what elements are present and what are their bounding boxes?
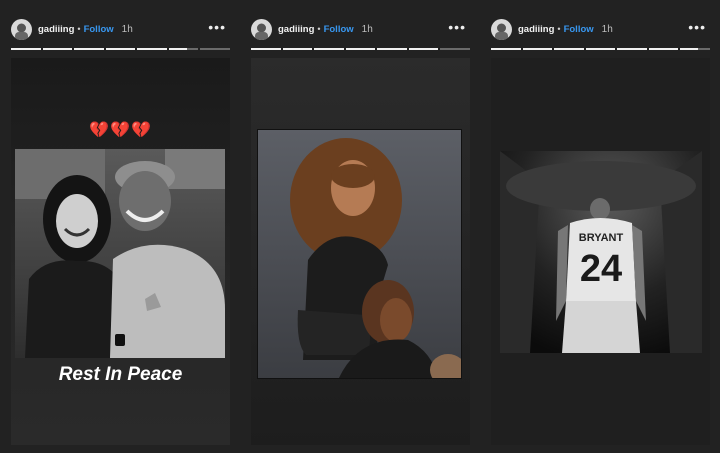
more-horizontal-icon[interactable]: ••• bbox=[208, 20, 226, 34]
progress-segment bbox=[522, 48, 553, 50]
progress-segment bbox=[200, 48, 231, 50]
progress-segment bbox=[377, 48, 407, 50]
progress-segment bbox=[105, 48, 136, 50]
more-horizontal-icon[interactable]: ••• bbox=[448, 20, 466, 34]
progress-segment bbox=[648, 48, 679, 50]
story-content[interactable]: BRYANT 24 bbox=[491, 58, 710, 445]
timestamp: 1h bbox=[361, 23, 373, 35]
story-progress-bar bbox=[491, 48, 711, 50]
story-header: gadiiing • Follow 1h ••• bbox=[251, 18, 470, 40]
progress-segment bbox=[42, 48, 73, 50]
progress-segment bbox=[491, 48, 521, 50]
story-header: gadiiing • Follow 1h ••• bbox=[11, 18, 230, 40]
progress-segment bbox=[11, 48, 41, 50]
progress-segment bbox=[137, 48, 167, 50]
username[interactable]: gadiiing bbox=[38, 24, 74, 35]
story-header: gadiiing • Follow 1h ••• bbox=[491, 18, 710, 40]
progress-segment bbox=[617, 48, 647, 50]
timestamp: 1h bbox=[601, 23, 613, 35]
progress-segment bbox=[440, 48, 471, 50]
broken-heart-emojis: 💔💔💔 bbox=[89, 122, 152, 139]
username[interactable]: gadiiing bbox=[518, 24, 554, 35]
progress-segment bbox=[282, 48, 313, 50]
story-panel-3[interactable]: gadiiing • Follow 1h ••• BRYANT 24 bbox=[480, 0, 720, 453]
progress-segment bbox=[585, 48, 616, 50]
jersey-name: BRYANT bbox=[579, 232, 624, 244]
story-panel-1[interactable]: gadiiing • Follow 1h ••• 💔💔💔 Rest In Pea… bbox=[0, 0, 240, 453]
story-progress-bar bbox=[251, 48, 471, 50]
photo-father-daughter-courtside bbox=[15, 149, 225, 358]
story-content[interactable] bbox=[251, 58, 470, 445]
progress-segment bbox=[251, 48, 281, 50]
progress-segment bbox=[680, 48, 711, 50]
story-progress-bar bbox=[11, 48, 231, 50]
avatar[interactable] bbox=[251, 18, 272, 40]
progress-segment bbox=[554, 48, 584, 50]
progress-segment bbox=[74, 48, 104, 50]
follow-button[interactable]: Follow bbox=[564, 24, 594, 35]
progress-segment bbox=[345, 48, 376, 50]
more-horizontal-icon[interactable]: ••• bbox=[688, 20, 706, 34]
progress-segment bbox=[314, 48, 344, 50]
progress-segment bbox=[408, 48, 439, 50]
follow-button[interactable]: Follow bbox=[324, 24, 354, 35]
photo-girl-on-shoulders bbox=[257, 129, 462, 379]
story-content[interactable]: 💔💔💔 Rest In Peace bbox=[11, 58, 230, 445]
username[interactable]: gadiiing bbox=[278, 24, 314, 35]
progress-segment bbox=[168, 48, 199, 50]
avatar[interactable] bbox=[491, 18, 512, 40]
follow-button[interactable]: Follow bbox=[84, 24, 114, 35]
separator-dot: • bbox=[557, 24, 561, 34]
story-caption: Rest In Peace bbox=[58, 364, 183, 385]
separator-dot: • bbox=[77, 24, 81, 34]
jersey-number: 24 bbox=[580, 248, 622, 290]
photo-bryant-24-jersey: BRYANT 24 bbox=[500, 151, 702, 353]
avatar[interactable] bbox=[11, 18, 32, 40]
timestamp: 1h bbox=[121, 23, 133, 35]
separator-dot: • bbox=[317, 24, 321, 34]
story-panel-2[interactable]: gadiiing • Follow 1h ••• bbox=[240, 0, 480, 453]
